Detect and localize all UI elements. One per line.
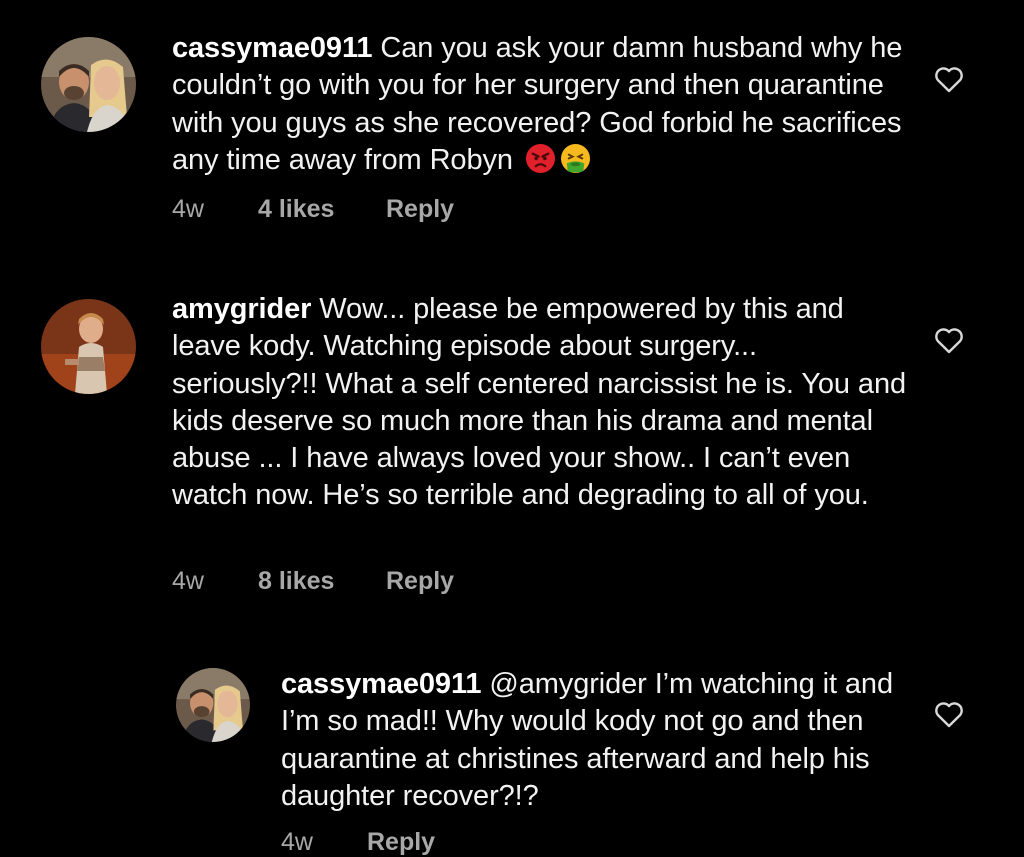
- mention-link[interactable]: @amygrider: [489, 668, 646, 700]
- comment-text: cassymae0911 Can you ask your damn husba…: [172, 30, 912, 179]
- reply-button[interactable]: Reply: [367, 828, 435, 857]
- comment-item: amygrider Wow... please be empowered by …: [0, 260, 1024, 620]
- avatar[interactable]: [41, 37, 136, 132]
- angry-face-emoji: [525, 143, 556, 174]
- comment-item: cassymae0911 Can you ask your damn husba…: [0, 0, 1024, 240]
- comment-username[interactable]: amygrider: [172, 293, 311, 325]
- heart-icon[interactable]: [932, 62, 966, 96]
- comment-timestamp: 4w: [281, 828, 313, 856]
- avatar[interactable]: [176, 668, 250, 742]
- comment-timestamp: 4w: [172, 195, 204, 223]
- comment-username[interactable]: cassymae0911: [172, 32, 373, 64]
- reply-button[interactable]: Reply: [386, 567, 454, 596]
- heart-icon[interactable]: [932, 697, 966, 731]
- face-vomiting-emoji: [560, 143, 591, 174]
- reply-comment-item: cassymae0911 @amygrider I’m watching it …: [0, 640, 1024, 856]
- avatar[interactable]: [41, 299, 136, 394]
- comment-meta: 4w 8 likes Reply: [172, 567, 454, 596]
- comment-username[interactable]: cassymae0911: [281, 668, 482, 700]
- comment-timestamp: 4w: [172, 567, 204, 595]
- likes-count[interactable]: 4 likes: [258, 195, 386, 224]
- comment-text: amygrider Wow... please be empowered by …: [172, 291, 907, 515]
- heart-icon[interactable]: [932, 323, 966, 357]
- comment-text: cassymae0911 @amygrider I’m watching it …: [281, 666, 896, 815]
- comment-meta: 4w Reply: [281, 828, 435, 857]
- likes-count[interactable]: 8 likes: [258, 567, 386, 596]
- reply-button[interactable]: Reply: [386, 195, 454, 224]
- comment-body: Wow... please be empowered by this and l…: [172, 293, 906, 512]
- comment-meta: 4w 4 likes Reply: [172, 195, 454, 224]
